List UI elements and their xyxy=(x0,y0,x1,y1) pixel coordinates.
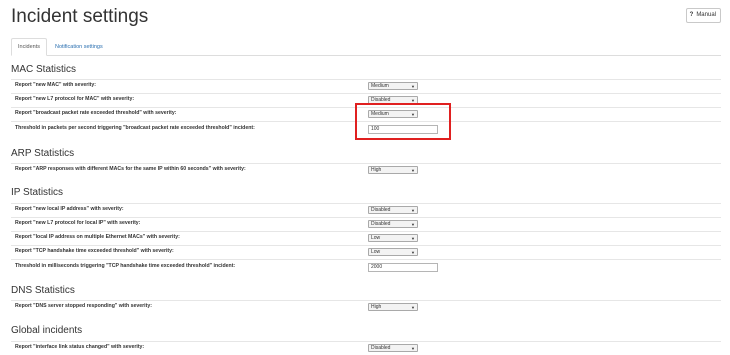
question-icon: ? xyxy=(689,12,694,18)
settings-row: Report "new L7 protocol for MAC" with se… xyxy=(11,93,721,107)
row-label: Report "interface link status changed" w… xyxy=(15,344,145,350)
settings-row: Report "broadcast packet rate exceeded t… xyxy=(11,107,721,121)
chevron-down-icon: ▼ xyxy=(411,84,415,89)
severity-select-broadcast-rate[interactable]: Medium ▼ xyxy=(368,110,418,118)
section-title-ip: IP Statistics xyxy=(11,187,64,198)
severity-select-new-mac[interactable]: Medium ▼ xyxy=(368,82,418,90)
chevron-down-icon: ▼ xyxy=(411,98,415,103)
chevron-down-icon: ▼ xyxy=(411,112,415,117)
row-label: Report "new local IP address" with sever… xyxy=(15,206,124,212)
row-label: Report "new L7 protocol for local IP" wi… xyxy=(15,220,141,226)
section-title-mac: MAC Statistics xyxy=(11,64,77,75)
page-title: Incident settings xyxy=(11,6,149,27)
row-label: Report "DNS server stopped responding" w… xyxy=(15,303,152,309)
row-label: Report "broadcast packet rate exceeded t… xyxy=(15,110,177,116)
chevron-down-icon: ▼ xyxy=(411,346,415,351)
settings-row: Threshold in milliseconds triggering "TC… xyxy=(11,259,721,275)
severity-select-new-l7-mac[interactable]: Disabled ▼ xyxy=(368,96,418,104)
row-label: Threshold in milliseconds triggering "TC… xyxy=(15,263,236,269)
row-label: Report "ARP responses with different MAC… xyxy=(15,166,246,172)
broadcast-threshold-input[interactable]: 100 xyxy=(368,125,438,134)
row-label: Report "TCP handshake time exceeded thre… xyxy=(15,248,174,254)
row-label: Threshold in packets per second triggeri… xyxy=(15,125,255,131)
chevron-down-icon: ▼ xyxy=(411,222,415,227)
tcp-threshold-input[interactable]: 2000 xyxy=(368,263,438,272)
row-label: Report "new MAC" with severity: xyxy=(15,82,97,88)
chevron-down-icon: ▼ xyxy=(411,208,415,213)
settings-row: Report "new L7 protocol for local IP" wi… xyxy=(11,217,721,231)
settings-row: Report "new MAC" with severity: Medium ▼ xyxy=(11,79,721,93)
chevron-down-icon: ▼ xyxy=(411,250,415,255)
section-title-global: Global incidents xyxy=(11,325,83,336)
settings-row: Threshold in packets per second triggeri… xyxy=(11,121,721,137)
severity-select-tcp-handshake[interactable]: Low ▼ xyxy=(368,248,418,256)
settings-row: Report "TCP handshake time exceeded thre… xyxy=(11,245,721,259)
settings-row: Report "new local IP address" with sever… xyxy=(11,203,721,217)
settings-row: Report "interface link status changed" w… xyxy=(11,341,721,355)
tab-bar: Incidents Notification settings xyxy=(11,38,721,56)
severity-select-new-l7-ip[interactable]: Disabled ▼ xyxy=(368,220,418,228)
row-label: Report "new L7 protocol for MAC" with se… xyxy=(15,96,135,102)
manual-button[interactable]: ? Manual xyxy=(685,8,721,23)
severity-select-multi-mac[interactable]: Low ▼ xyxy=(368,234,418,242)
tab-notification-settings[interactable]: Notification settings xyxy=(48,38,110,56)
row-label: Report "local IP address on multiple Eth… xyxy=(15,234,180,240)
manual-button-label: Manual xyxy=(696,12,716,18)
chevron-down-icon: ▼ xyxy=(411,236,415,241)
severity-select-link-status[interactable]: Disabled ▼ xyxy=(368,344,418,352)
settings-row: Report "local IP address on multiple Eth… xyxy=(11,231,721,245)
severity-select-new-local-ip[interactable]: Disabled ▼ xyxy=(368,206,418,214)
settings-row: Report "DNS server stopped responding" w… xyxy=(11,300,721,314)
tab-incidents[interactable]: Incidents xyxy=(11,38,48,56)
section-title-dns: DNS Statistics xyxy=(11,285,75,296)
chevron-down-icon: ▼ xyxy=(411,168,415,173)
severity-select-dns-server[interactable]: High ▼ xyxy=(368,303,418,311)
settings-row: Report "ARP responses with different MAC… xyxy=(11,163,721,177)
chevron-down-icon: ▼ xyxy=(411,305,415,310)
section-title-arp: ARP Statistics xyxy=(11,148,75,159)
severity-select-arp-responses[interactable]: High ▼ xyxy=(368,166,418,174)
